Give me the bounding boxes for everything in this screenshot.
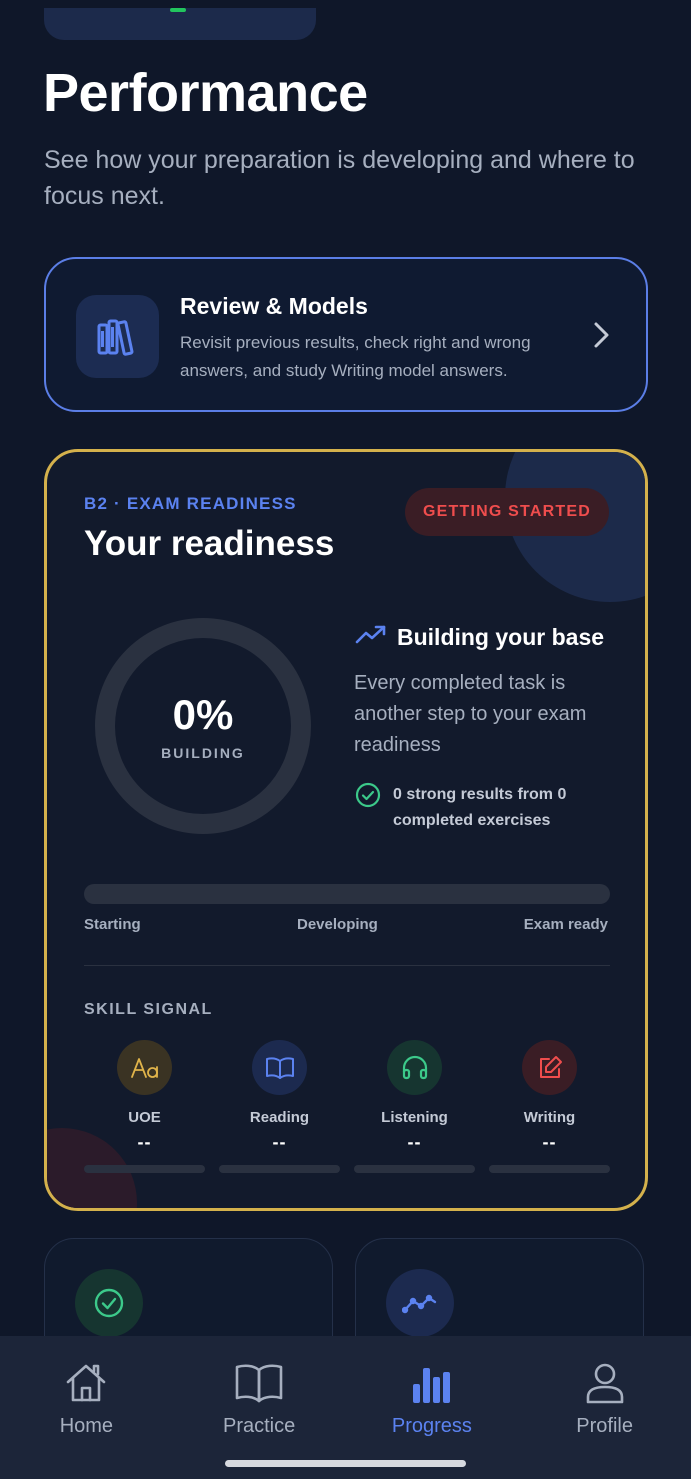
nav-item-practice[interactable]: Practice <box>173 1336 345 1479</box>
scale-label-start: Starting <box>84 916 141 933</box>
home-icon <box>64 1362 108 1409</box>
home-indicator <box>225 1460 466 1467</box>
skill-name: Listening <box>381 1109 448 1126</box>
insight-title: Building your base <box>397 624 605 650</box>
skill-name: Reading <box>249 1109 310 1126</box>
nav-label: Practice <box>223 1415 296 1437</box>
skill-writing[interactable]: Writing -- <box>489 1040 610 1180</box>
insight-header: Building your base <box>355 624 604 651</box>
line-trend-icon <box>386 1269 454 1337</box>
skill-bar <box>354 1165 475 1173</box>
review-card-description: Revisit previous results, check right an… <box>180 333 531 380</box>
headphones-icon <box>387 1040 442 1095</box>
skill-name: Writing <box>523 1109 576 1126</box>
nav-label: Profile <box>576 1415 633 1437</box>
chevron-right-icon <box>592 321 610 354</box>
bar-chart-icon <box>412 1362 452 1409</box>
skill-listening[interactable]: Listening -- <box>354 1040 475 1180</box>
insight-stat: 0 strong results from 0 completed exerci… <box>355 782 613 834</box>
nav-item-profile[interactable]: Profile <box>519 1336 691 1479</box>
status-badge: GETTING STARTED <box>405 488 609 536</box>
skill-reading[interactable]: Reading -- <box>219 1040 340 1180</box>
check-circle-icon <box>355 782 381 813</box>
skill-uoe[interactable]: UOE -- <box>84 1040 205 1180</box>
readiness-eyebrow: B2 · EXAM READINESS <box>84 494 297 513</box>
scale-label-middle: Developing <box>297 916 378 933</box>
insight-description: Every completed task is another step to … <box>354 672 587 756</box>
skill-bar <box>219 1165 340 1173</box>
nav-item-home[interactable]: Home <box>0 1336 172 1479</box>
review-models-card[interactable]: Review & Models Revisit previous results… <box>44 257 648 412</box>
skill-value: -- <box>272 1132 287 1152</box>
readiness-card: B2 · EXAM READINESS Your readiness GETTI… <box>44 449 648 1211</box>
book-icon <box>234 1362 284 1409</box>
skill-name: UOE <box>128 1109 161 1126</box>
readiness-progress-bar <box>84 884 610 904</box>
performance-screen: Performance See how your preparation is … <box>0 0 691 1479</box>
nav-label: Home <box>59 1415 114 1437</box>
status-dot <box>170 8 186 12</box>
readiness-percent: 0% <box>172 691 234 738</box>
skill-value: -- <box>542 1132 557 1152</box>
skill-bar <box>489 1165 610 1173</box>
page-title: Performance <box>43 63 368 123</box>
top-header-pill <box>44 8 316 40</box>
skill-signal-heading: SKILL SIGNAL <box>84 1001 213 1018</box>
check-circle-icon <box>75 1269 143 1337</box>
insight-stat-text: 0 strong results from 0 completed exerci… <box>393 786 567 829</box>
page-subtitle: See how your preparation is developing a… <box>44 146 635 210</box>
review-card-title: Review & Models <box>180 293 368 319</box>
nav-item-progress[interactable]: Progress <box>346 1336 518 1479</box>
open-book-icon <box>252 1040 307 1095</box>
skill-value: -- <box>137 1132 152 1152</box>
divider <box>84 965 610 966</box>
nav-label: Progress <box>391 1415 472 1437</box>
text-aa-icon <box>117 1040 172 1095</box>
user-icon <box>584 1362 626 1409</box>
skill-value: -- <box>407 1132 422 1152</box>
skill-bar <box>84 1165 205 1173</box>
trending-up-icon <box>355 624 387 651</box>
readiness-title: Your readiness <box>84 524 335 563</box>
bottom-nav: Home Practice Progress Profile <box>0 1336 691 1479</box>
books-icon <box>76 295 159 378</box>
readiness-ring-label: BUILDING <box>161 745 245 761</box>
scale-label-end: Exam ready <box>523 916 608 933</box>
edit-icon <box>522 1040 577 1095</box>
skill-signal-row: UOE -- Reading -- Listening -- Writing -… <box>84 1040 610 1180</box>
readiness-ring: 0% BUILDING <box>94 617 312 835</box>
